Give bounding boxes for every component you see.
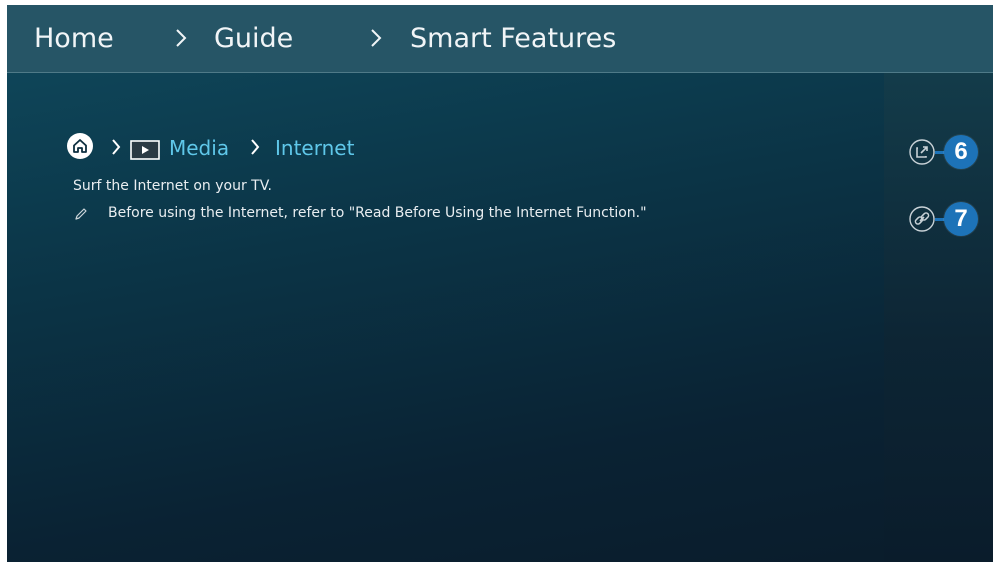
chevron-right-icon: [176, 29, 187, 47]
callout-badge-6: 6: [944, 135, 978, 169]
open-external-icon[interactable]: [909, 139, 935, 165]
tv-guide-screen: Home Guide Smart Features Media Internet…: [7, 5, 993, 562]
breadcrumb: Home Guide Smart Features: [7, 5, 993, 73]
chevron-right-icon: [371, 29, 382, 47]
description-text: Surf the Internet on your TV.: [73, 178, 272, 194]
breadcrumb-home[interactable]: Home: [34, 22, 114, 56]
breadcrumb-guide[interactable]: Guide: [214, 22, 293, 56]
path-internet[interactable]: Internet: [275, 135, 354, 161]
pencil-icon: [75, 208, 87, 220]
link-icon[interactable]: [909, 206, 935, 232]
home-icon: [67, 133, 93, 159]
chevron-right-icon: [251, 139, 260, 155]
path-media[interactable]: Media: [169, 135, 229, 161]
chevron-right-icon: [112, 139, 121, 155]
media-play-icon: [130, 140, 160, 160]
breadcrumb-smart-features[interactable]: Smart Features: [410, 22, 616, 56]
note-text: Before using the Internet, refer to "Rea…: [108, 205, 647, 221]
callout-badge-7: 7: [944, 202, 978, 236]
